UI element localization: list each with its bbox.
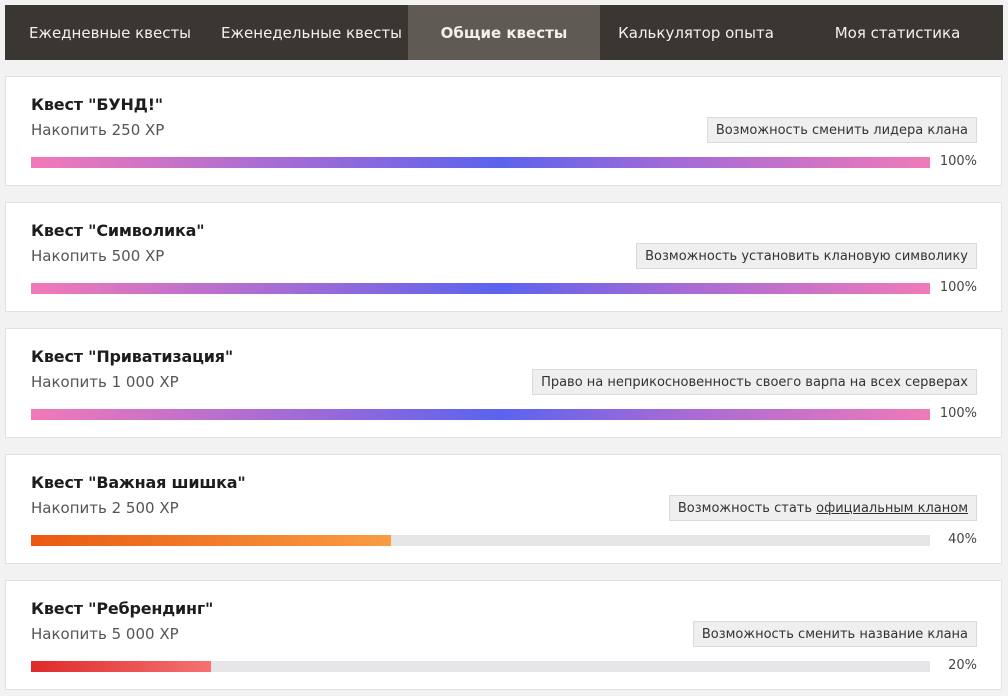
quest-title: Квест "Важная шишка" (31, 473, 246, 492)
quest-card: Квест "Символика" Накопить 500 XP Возмож… (5, 202, 1002, 312)
progress-track (31, 661, 930, 672)
quest-requirement: Накопить 2 500 XP (31, 499, 179, 517)
progress-fill (31, 157, 930, 168)
quest-card: Квест "Ребрендинг" Накопить 5 000 XP Воз… (5, 580, 1002, 690)
progress-track (31, 535, 930, 546)
tab-general-quests[interactable]: Общие квесты (408, 5, 600, 60)
progress-track (31, 157, 930, 168)
quest-reward-badge: Возможность сменить лидера клана (706, 117, 977, 143)
progress-track (31, 283, 930, 294)
tab-weekly-quests[interactable]: Еженедельные квесты (215, 5, 408, 60)
progress-percent: 40% (948, 532, 977, 547)
tab-daily-quests[interactable]: Ежедневные квесты (5, 5, 215, 60)
quest-reward-badge: Возможность установить клановую символик… (636, 243, 977, 269)
quest-tabs: Ежедневные квесты Еженедельные квесты Об… (5, 5, 1003, 60)
quest-title: Квест "Приватизация" (31, 347, 233, 366)
progress-percent: 100% (939, 406, 977, 421)
official-clan-link[interactable]: официальным кланом (816, 501, 968, 516)
progress-percent: 100% (939, 280, 977, 295)
quest-requirement: Накопить 500 XP (31, 247, 165, 265)
quest-card: Квест "Приватизация" Накопить 1 000 XP П… (5, 328, 1002, 438)
progress-fill (31, 661, 211, 672)
progress-fill (31, 283, 930, 294)
reward-text: Возможность стать (677, 501, 817, 516)
quest-card: Квест "Важная шишка" Накопить 2 500 XP В… (5, 454, 1002, 564)
quest-card: Квест "БУНД!" Накопить 250 XP Возможност… (5, 76, 1002, 186)
quest-reward-badge: Возможность сменить название клана (692, 621, 977, 647)
quest-reward-badge: Право на неприкосновенность своего варпа… (532, 369, 977, 395)
progress-percent: 100% (939, 154, 977, 169)
progress-percent: 20% (948, 658, 977, 673)
quest-requirement: Накопить 250 XP (31, 121, 165, 139)
quest-reward-badge: Возможность стать официальным кланом (668, 495, 977, 521)
tab-xp-calculator[interactable]: Калькулятор опыта (600, 5, 792, 60)
progress-fill (31, 409, 930, 420)
quest-title: Квест "Ребрендинг" (31, 599, 214, 618)
progress-track (31, 409, 930, 420)
progress-fill (31, 535, 391, 546)
quest-requirement: Накопить 5 000 XP (31, 625, 179, 643)
tab-my-stats[interactable]: Моя статистика (792, 5, 1003, 60)
quest-requirement: Накопить 1 000 XP (31, 373, 179, 391)
quest-title: Квест "Символика" (31, 221, 205, 240)
quest-title: Квест "БУНД!" (31, 95, 163, 114)
